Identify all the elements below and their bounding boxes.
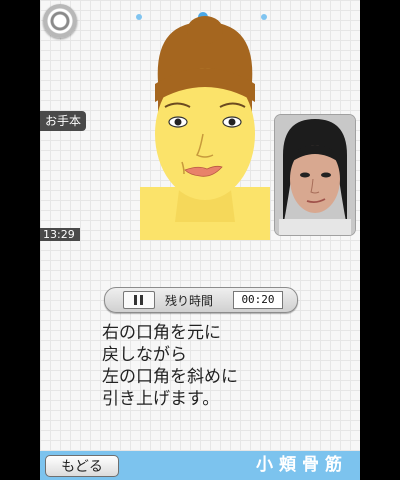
- player-face-photo: [275, 115, 355, 235]
- instruction-line: 引き上げます。: [102, 389, 220, 409]
- remaining-time-bar: 残り時間 00:20: [104, 287, 298, 313]
- instruction-line: 右の口角を元に: [102, 323, 221, 343]
- camera-photo: [275, 115, 355, 235]
- clock-text: 13:29: [43, 228, 75, 241]
- hair-bun: [187, 16, 223, 44]
- instruction-line: 戻しながら: [102, 345, 187, 365]
- muscle-name-title: 小頬骨筋: [256, 455, 348, 475]
- model-tab-label: お手本: [45, 114, 82, 128]
- remaining-time-value: 00:20: [233, 291, 283, 309]
- exercise-instruction: 右の口角を元に 戻しながら 左の口角を斜めに 引き上げます。: [102, 322, 332, 410]
- model-face-illustration: [140, 16, 270, 240]
- clock: 13:29: [40, 228, 80, 241]
- remaining-time-label: 残り時間: [165, 294, 214, 308]
- pause-button[interactable]: [123, 291, 155, 309]
- instruction-line: 左の口角を斜めに: [102, 367, 238, 387]
- model-tab[interactable]: お手本: [40, 111, 87, 131]
- camera-toggle-icon[interactable]: [43, 4, 77, 38]
- back-button[interactable]: もどる: [45, 455, 119, 477]
